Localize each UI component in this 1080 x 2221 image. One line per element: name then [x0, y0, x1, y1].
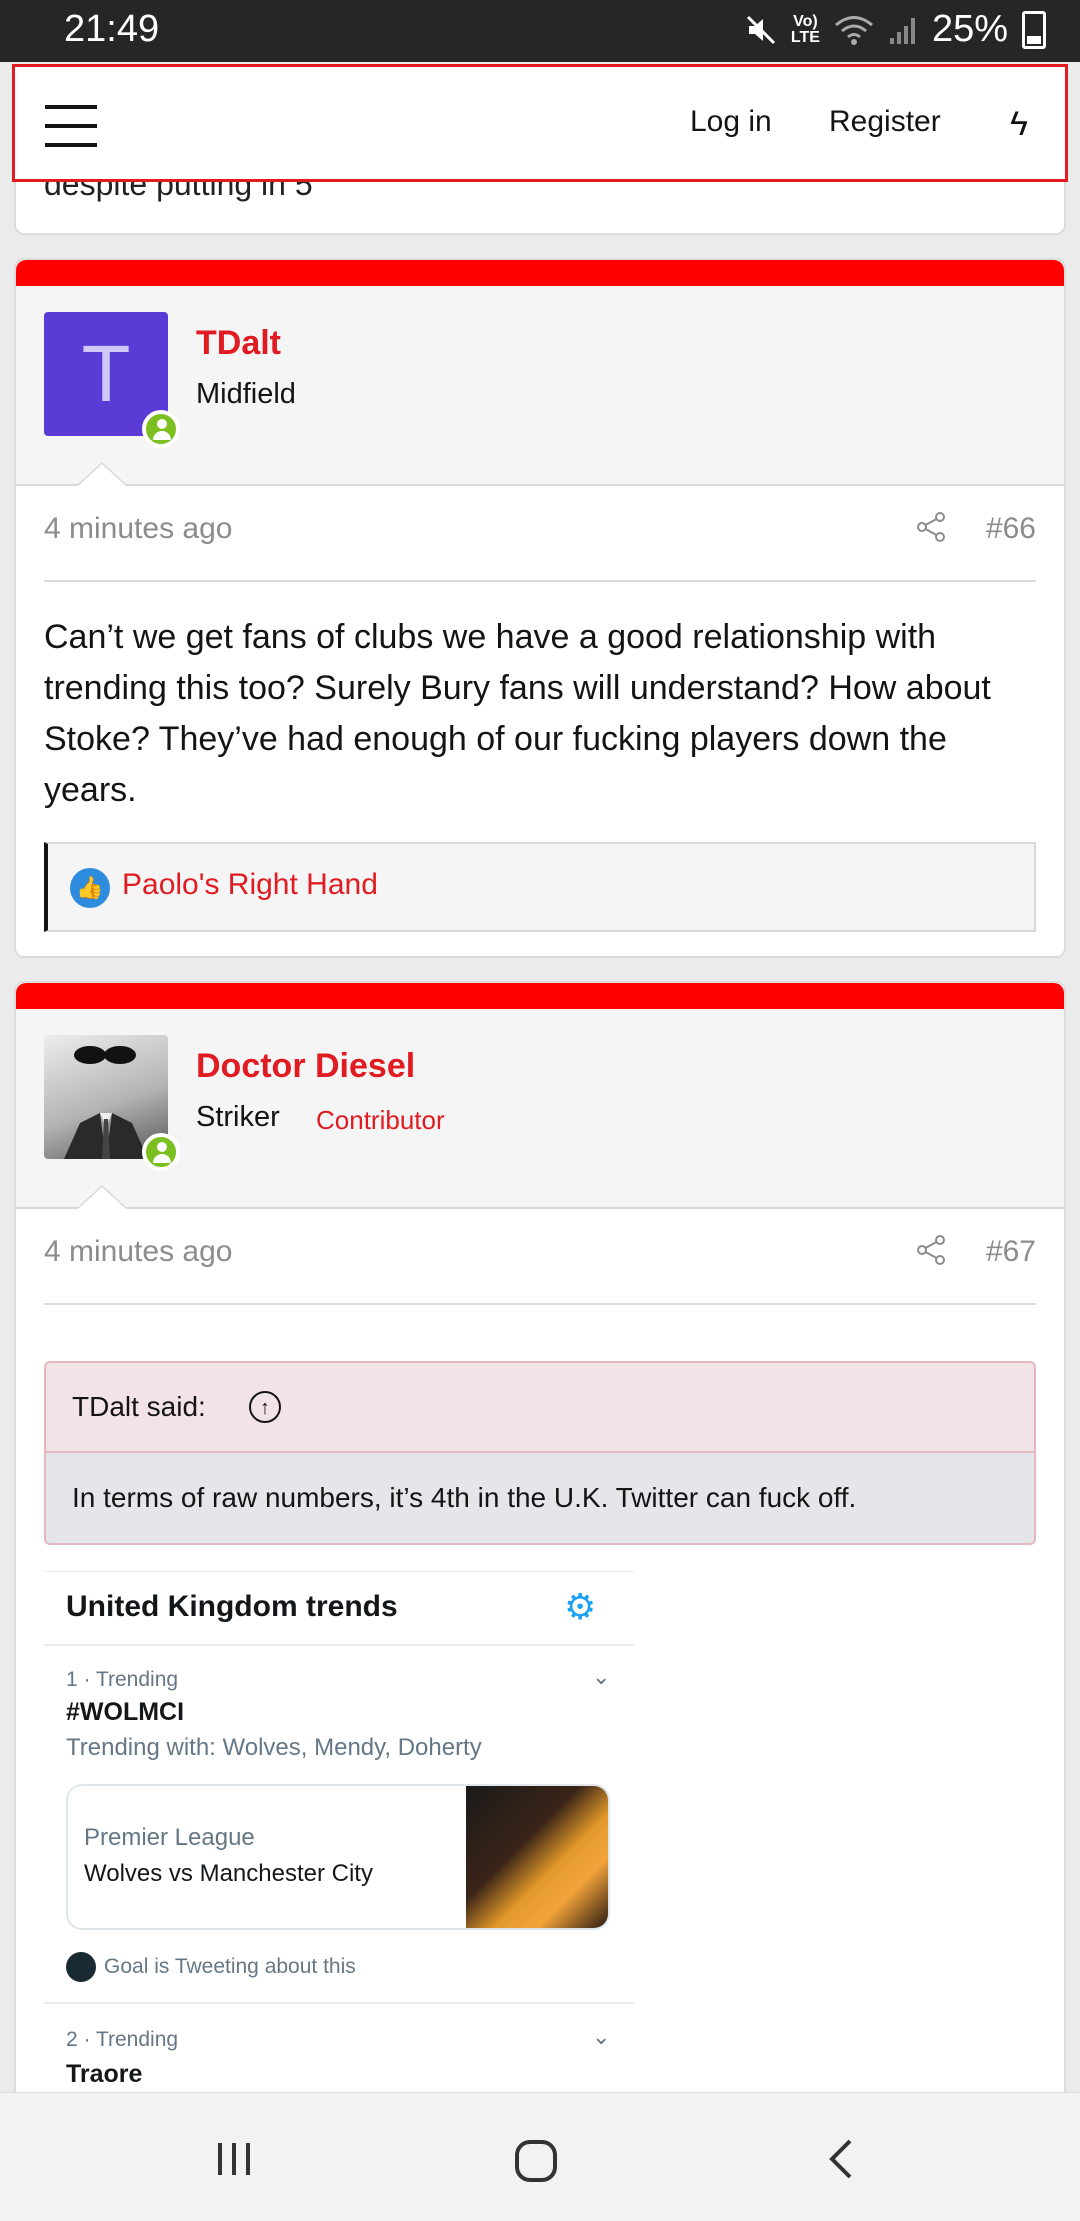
- home-icon[interactable]: [512, 2137, 560, 2185]
- quote-header[interactable]: TDalt said: ↑: [46, 1363, 1034, 1453]
- chevron-down-icon: ⌄: [592, 2024, 611, 2049]
- post-header-bar: [16, 260, 1064, 286]
- battery-percent: 25%: [931, 8, 1008, 50]
- arrow-up-circle-icon[interactable]: ↑: [249, 1391, 281, 1423]
- card-league: Premier League: [84, 1824, 255, 1851]
- online-status-icon: [142, 1133, 180, 1171]
- trend-item: 2 · Trending ⌄ Traore: [44, 2004, 634, 2099]
- thumbs-up-icon: 👍: [70, 868, 110, 908]
- tweeting-about: Goal is Tweeting about this: [66, 1952, 356, 1982]
- top-nav-bar: Log in Register ϟ: [12, 64, 1068, 182]
- mute-icon: [746, 15, 775, 44]
- user-title: Midfield: [196, 378, 296, 410]
- signal-icon: [889, 17, 915, 44]
- twitter-trends-image[interactable]: United Kingdom trends ⚙ 1 · Trending ⌄ #…: [44, 1571, 634, 2099]
- post-body: Can’t we get fans of clubs we have a goo…: [44, 618, 991, 809]
- share-icon[interactable]: [914, 1233, 948, 1267]
- username[interactable]: TDalt: [196, 324, 281, 363]
- wifi-icon: [834, 15, 873, 45]
- back-icon[interactable]: [820, 2137, 864, 2181]
- post-meta: 4 minutes ago #67: [44, 1207, 1036, 1305]
- player-photo: [466, 1786, 608, 1928]
- lightning-icon[interactable]: ϟ: [1010, 105, 1028, 144]
- post-user-box: T TDalt Midfield: [16, 286, 1064, 486]
- user-badge: Contributor: [316, 1105, 445, 1135]
- status-icons: Vo) LTE 25%: [745, 8, 1046, 51]
- post-time[interactable]: 4 minutes ago: [44, 1235, 232, 1269]
- user-caret: [76, 462, 128, 486]
- trend-rank: 1 · Trending: [66, 1668, 179, 1691]
- user-caret: [76, 1185, 128, 1209]
- login-link[interactable]: Log in: [690, 105, 772, 139]
- system-nav-bar: [0, 2092, 1080, 2221]
- quote-text: In terms of raw numbers, it’s 4th in the…: [72, 1482, 857, 1513]
- volte-icon: Vo) LTE: [790, 12, 820, 46]
- trends-title: United Kingdom trends: [66, 1590, 398, 1623]
- battery-icon: [1022, 10, 1046, 49]
- recent-apps-icon[interactable]: [212, 2137, 256, 2181]
- post-66: T TDalt Midfield 4 minutes ago #66 Can’t…: [14, 258, 1066, 958]
- post-number[interactable]: #66: [986, 512, 1036, 546]
- post-meta: 4 minutes ago #66: [44, 484, 1036, 582]
- post-67: Doctor Diesel Striker Contributor 4 minu…: [14, 981, 1066, 2101]
- gear-icon: ⚙: [564, 1586, 597, 1627]
- trend-tag: #WOLMCI: [66, 1698, 185, 1726]
- post-user-box: Doctor Diesel Striker Contributor: [16, 1009, 1064, 1209]
- trend-rank: 2 · Trending: [66, 2028, 179, 2051]
- quote-block: TDalt said: ↑ In terms of raw numbers, i…: [44, 1361, 1036, 1545]
- share-icon[interactable]: [914, 510, 948, 544]
- post-header-bar: [16, 983, 1064, 1009]
- chevron-down-icon: ⌄: [592, 1664, 611, 1689]
- trend-with: Trending with: Wolves, Mendy, Doherty: [66, 1734, 482, 1761]
- register-link[interactable]: Register: [829, 105, 941, 139]
- trends-header: United Kingdom trends ⚙: [44, 1572, 634, 1646]
- username[interactable]: Doctor Diesel: [196, 1047, 415, 1086]
- reactions-bar: 👍 Paolo's Right Hand: [44, 842, 1036, 932]
- status-time: 21:49: [64, 8, 160, 50]
- user-title: Striker: [196, 1101, 280, 1133]
- online-status-icon: [142, 410, 180, 448]
- status-bar: 21:49 Vo) LTE 25%: [0, 0, 1080, 62]
- post-time[interactable]: 4 minutes ago: [44, 512, 232, 546]
- reaction-user-link[interactable]: Paolo's Right Hand: [122, 868, 378, 902]
- quote-author[interactable]: TDalt said:: [72, 1391, 206, 1423]
- hamburger-icon[interactable]: [45, 105, 97, 147]
- goal-logo-icon: [66, 1952, 96, 1982]
- trend-item: 1 · Trending ⌄ #WOLMCI Trending with: Wo…: [44, 1646, 634, 2004]
- trend-card: Premier League Wolves vs Manchester City: [66, 1784, 610, 1930]
- card-match: Wolves vs Manchester City: [84, 1860, 373, 1887]
- post-number[interactable]: #67: [986, 1235, 1036, 1269]
- trend-tag: Traore: [66, 2060, 143, 2088]
